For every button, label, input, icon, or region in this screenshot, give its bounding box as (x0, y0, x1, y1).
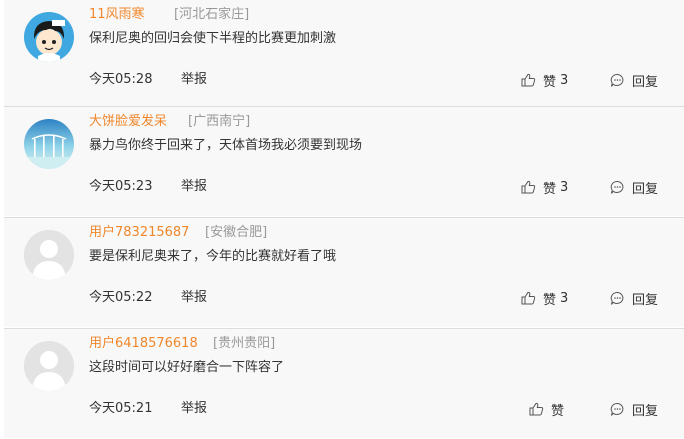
landscape-photo-avatar[interactable] (24, 119, 74, 169)
like-count: 3 (560, 179, 569, 195)
avatar-image (24, 119, 74, 169)
comment-text: 这段时间可以好好磨合一下阵容了 (89, 360, 285, 375)
reply-label: 回复 (632, 181, 659, 197)
cartoon-boy-avatar[interactable] (24, 12, 74, 62)
user-silhouette-icon (24, 230, 74, 280)
like-count: 3 (560, 290, 569, 306)
username[interactable]: 用户6418576618 (89, 334, 198, 354)
like-label: 赞 (551, 403, 565, 419)
comment-text: 暴力鸟你终于回来了，天体首场我必须要到现场 (89, 138, 363, 153)
like-button[interactable]: 赞 3 (521, 175, 568, 199)
like-label: 赞 (543, 292, 557, 308)
user-location: [广西南宁] (188, 114, 251, 129)
comment-item: 大饼脸爱发呆 [广西南宁] 暴力鸟你终于回来了，天体首场我必须要到现场 今天05… (4, 106, 684, 216)
comment-time: 今天05:21 (89, 401, 153, 416)
user-silhouette-icon (24, 341, 74, 391)
reply-button[interactable]: 回复 (610, 68, 658, 92)
comment-time: 今天05:28 (89, 72, 153, 87)
like-button[interactable]: 赞 3 (521, 68, 568, 92)
report-button[interactable]: 举报 (181, 399, 207, 419)
user-location: [贵州贵阳] (213, 336, 276, 351)
reply-button[interactable]: 回复 (610, 286, 658, 310)
like-button[interactable]: 赞 (529, 397, 568, 421)
like-count: 3 (560, 72, 569, 88)
thumbs-up-icon (521, 291, 536, 305)
comment-list: 11风雨寒 [河北石家庄] 保利尼奥的回归会使下半程的比赛更加刺激 今天05:2… (0, 0, 684, 439)
default-user-avatar[interactable] (24, 230, 74, 280)
reply-label: 回复 (632, 403, 659, 419)
speech-bubble-icon (610, 180, 624, 194)
comment-text: 要是保利尼奥来了，今年的比赛就好看了哦 (89, 249, 337, 264)
comment-time: 今天05:22 (89, 290, 153, 305)
default-user-avatar[interactable] (24, 341, 74, 391)
report-button[interactable]: 举报 (181, 288, 207, 308)
comment-time: 今天05:23 (89, 179, 153, 194)
user-location: [河北石家庄] (174, 7, 250, 22)
speech-bubble-icon (610, 402, 624, 416)
speech-bubble-icon (610, 291, 624, 305)
thumbs-up-icon (521, 73, 536, 87)
reply-label: 回复 (632, 292, 659, 308)
comment-item: 用户6418576618 [贵州贵阳] 这段时间可以好好磨合一下阵容了 今天05… (4, 328, 684, 438)
username[interactable]: 大饼脸爱发呆 (89, 112, 167, 132)
thumbs-up-icon (529, 402, 544, 416)
comment-item: 11风雨寒 [河北石家庄] 保利尼奥的回归会使下半程的比赛更加刺激 今天05:2… (4, 0, 684, 110)
comment-text: 保利尼奥的回归会使下半程的比赛更加刺激 (89, 31, 337, 46)
thumbs-up-icon (521, 180, 536, 194)
avatar-image (24, 12, 74, 62)
username[interactable]: 11风雨寒 (89, 5, 145, 25)
reply-button[interactable]: 回复 (610, 175, 658, 199)
reply-button[interactable]: 回复 (610, 397, 658, 421)
reply-label: 回复 (632, 74, 659, 90)
report-button[interactable]: 举报 (181, 177, 207, 197)
comment-item: 用户783215687 [安徽合肥] 要是保利尼奥来了，今年的比赛就好看了哦 今… (4, 217, 684, 327)
speech-bubble-icon (610, 73, 624, 87)
username[interactable]: 用户783215687 (89, 223, 189, 243)
like-button[interactable]: 赞 3 (521, 286, 568, 310)
like-label: 赞 (543, 181, 557, 197)
user-location: [安徽合肥] (205, 225, 268, 240)
like-label: 赞 (543, 74, 557, 90)
report-button[interactable]: 举报 (181, 70, 207, 90)
